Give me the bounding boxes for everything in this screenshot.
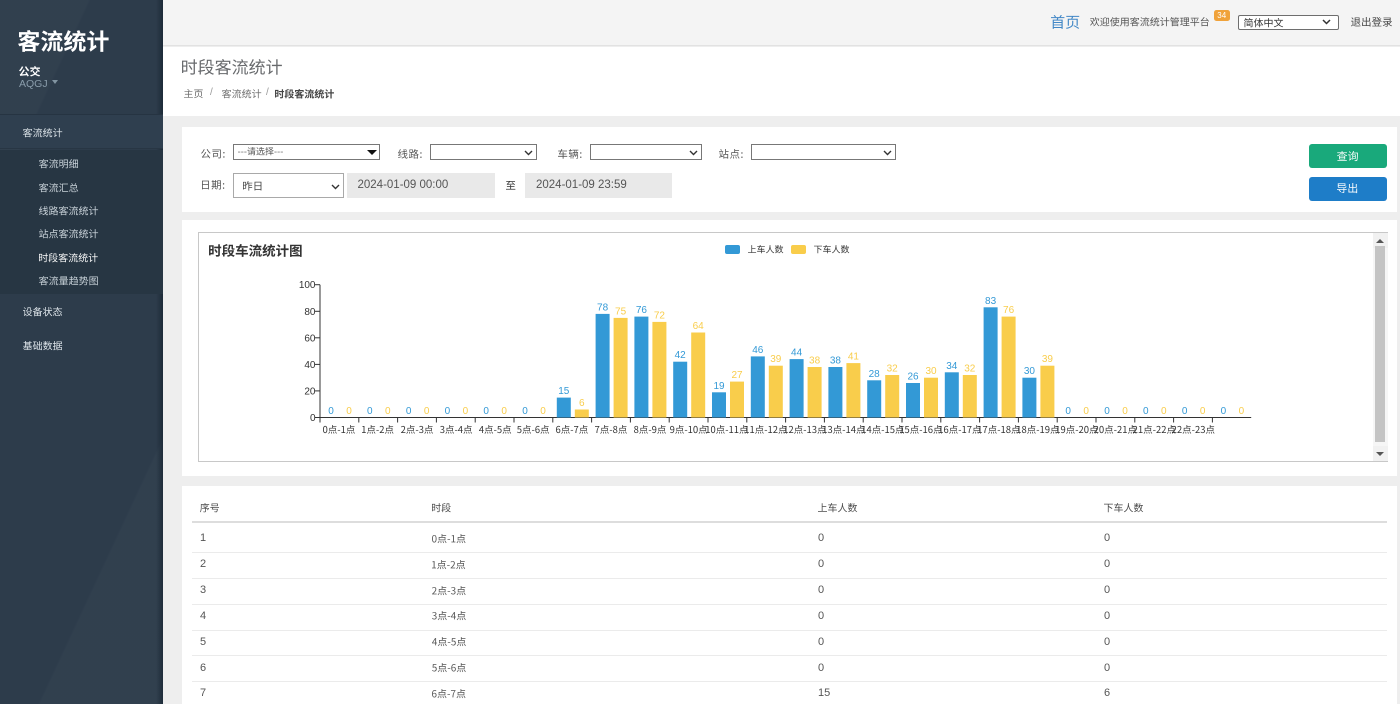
svg-text:60: 60 [304, 333, 316, 344]
svg-text:28: 28 [869, 369, 881, 380]
svg-text:0: 0 [367, 406, 373, 417]
svg-text:0: 0 [501, 406, 507, 417]
svg-text:0: 0 [1065, 406, 1071, 417]
svg-text:0: 0 [328, 406, 334, 417]
svg-text:6: 6 [579, 398, 585, 409]
svg-text:32: 32 [964, 364, 976, 375]
svg-text:38: 38 [830, 356, 842, 367]
svg-text:0: 0 [385, 406, 391, 417]
svg-text:38: 38 [809, 356, 821, 367]
svg-text:100: 100 [299, 280, 316, 291]
svg-text:41: 41 [848, 352, 860, 363]
svg-text:40: 40 [304, 360, 316, 371]
svg-text:83: 83 [985, 296, 997, 307]
svg-text:32: 32 [887, 364, 899, 375]
svg-text:0: 0 [1182, 406, 1188, 417]
svg-text:46: 46 [752, 345, 764, 356]
svg-text:27: 27 [731, 370, 743, 381]
svg-text:26: 26 [907, 372, 919, 383]
svg-text:0: 0 [424, 406, 430, 417]
svg-text:44: 44 [791, 348, 803, 359]
svg-text:39: 39 [770, 354, 782, 365]
svg-text:0: 0 [522, 406, 528, 417]
svg-text:78: 78 [597, 302, 609, 313]
svg-text:0: 0 [1122, 406, 1128, 417]
svg-text:0: 0 [406, 406, 412, 417]
svg-text:75: 75 [615, 306, 627, 317]
svg-text:0: 0 [463, 406, 469, 417]
svg-text:0: 0 [1239, 406, 1245, 417]
svg-text:0: 0 [1104, 406, 1110, 417]
svg-text:15: 15 [558, 386, 570, 397]
svg-text:39: 39 [1042, 354, 1054, 365]
svg-text:0: 0 [1221, 406, 1227, 417]
svg-text:0: 0 [1143, 406, 1149, 417]
svg-text:42: 42 [675, 350, 687, 361]
svg-text:0: 0 [310, 413, 316, 424]
svg-text:0: 0 [483, 406, 489, 417]
svg-text:30: 30 [1024, 366, 1036, 377]
svg-text:0: 0 [540, 406, 546, 417]
svg-text:0: 0 [1083, 406, 1089, 417]
svg-text:0: 0 [1200, 406, 1206, 417]
svg-text:72: 72 [654, 310, 666, 321]
svg-text:0: 0 [445, 406, 451, 417]
svg-text:76: 76 [1003, 305, 1015, 316]
svg-text:76: 76 [636, 305, 648, 316]
svg-text:0: 0 [346, 406, 352, 417]
svg-text:19: 19 [713, 381, 725, 392]
svg-text:64: 64 [693, 321, 705, 332]
svg-text:80: 80 [304, 307, 316, 318]
svg-text:34: 34 [946, 361, 958, 372]
svg-text:20: 20 [304, 386, 316, 397]
svg-text:30: 30 [925, 366, 937, 377]
svg-text:0: 0 [1161, 406, 1167, 417]
